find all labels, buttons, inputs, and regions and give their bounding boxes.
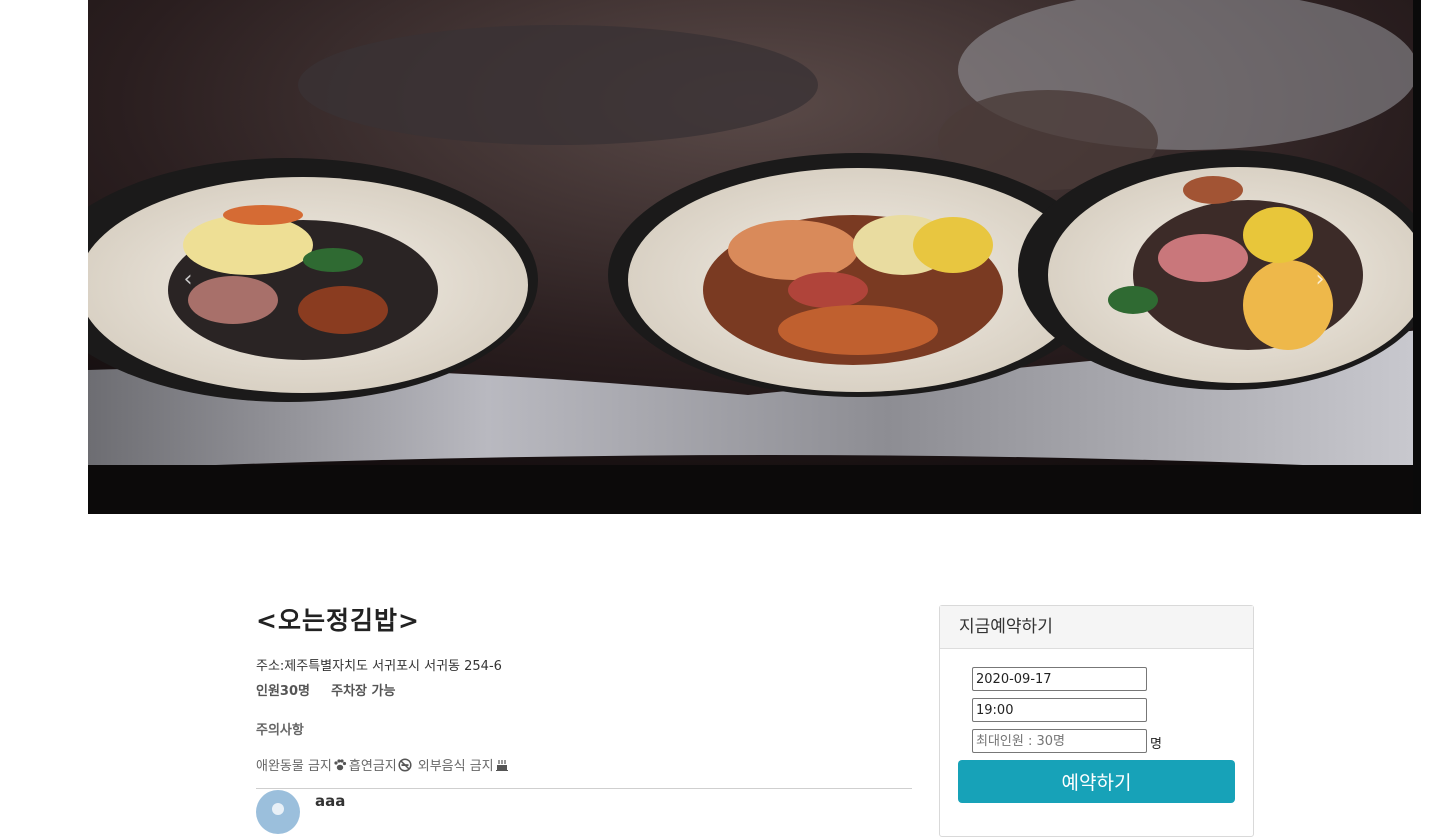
rule-no-outside-food: 외부음식 금지 <box>417 759 494 774</box>
date-input[interactable] <box>972 667 1147 691</box>
review-item: aaa <box>256 790 912 834</box>
section-divider <box>256 788 912 789</box>
booking-heading: 지금예약하기 <box>940 606 1253 649</box>
reserve-button[interactable]: 예약하기 <box>958 760 1235 803</box>
rule-no-pets: 애완동물 금지 <box>256 759 332 774</box>
capacity-value: 30명 <box>279 684 310 699</box>
rule-no-smoking: 흡연금지 <box>348 759 397 774</box>
paw-icon <box>334 758 347 770</box>
house-rules: 애완동물 금지 흡연금지 외부음식 금지 <box>256 755 511 774</box>
parking-info: 주차장 가능 <box>331 684 396 699</box>
time-input[interactable] <box>972 698 1147 722</box>
kimbap-photo <box>88 0 1421 514</box>
restaurant-title: <오는정김밥> <box>256 606 420 635</box>
food-icon <box>495 759 508 771</box>
booking-panel: 지금예약하기 명 예약하기 <box>939 605 1254 837</box>
chevron-right-icon: › <box>1315 266 1325 292</box>
restaurant-info: <오는정김밥> 주소:제주특별자치도 서귀포시 서귀동 254-6 인원30명 … <box>256 603 912 834</box>
people-input[interactable] <box>972 729 1147 753</box>
notice-heading: 주의사항 <box>256 723 304 738</box>
capacity-prefix: 인원 <box>256 684 280 699</box>
capacity-parking-row: 인원30명 주차장 가능 <box>256 680 395 699</box>
carousel-prev-button[interactable]: ‹ <box>168 262 208 296</box>
image-carousel: ‹ › <box>88 0 1421 514</box>
people-unit: 명 <box>1150 737 1162 752</box>
restaurant-address: 주소:제주특별자치도 서귀포시 서귀동 254-6 <box>256 659 502 674</box>
avatar <box>256 790 300 834</box>
review-username: aaa <box>315 792 346 810</box>
carousel-next-button[interactable]: › <box>1300 262 1340 296</box>
chevron-left-icon: ‹ <box>183 266 193 292</box>
no-smoking-icon <box>398 757 412 772</box>
